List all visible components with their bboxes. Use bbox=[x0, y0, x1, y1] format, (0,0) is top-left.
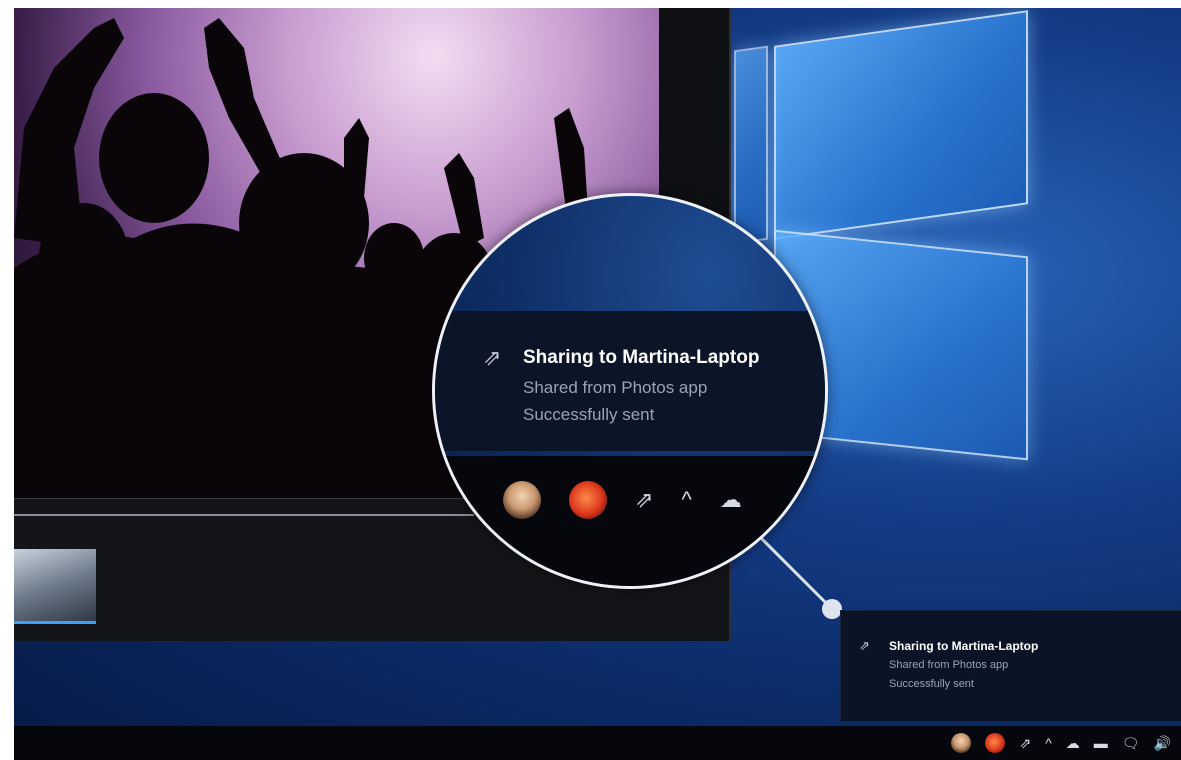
magnifier-callout: ⇗ Sharing to Martina-Laptop Shared from … bbox=[432, 193, 828, 589]
toast-title: Sharing to Martina-Laptop bbox=[889, 639, 1039, 653]
people-avatar-1[interactable] bbox=[951, 733, 972, 753]
taskbar: ⇗ ^ ☁ ▬ 🗨 🔊 bbox=[14, 726, 1181, 760]
volume-icon[interactable]: 🔊 bbox=[1154, 733, 1171, 753]
toast-status: Successfully sent bbox=[889, 678, 974, 690]
onedrive-cloud-icon[interactable]: ☁ bbox=[1066, 733, 1080, 753]
share-icon: ⇗ bbox=[859, 638, 870, 653]
toast-source: Shared from Photos app bbox=[889, 659, 1009, 671]
magnified-toast-status: Successfully sent bbox=[523, 405, 655, 424]
system-tray: ⇗ ^ ☁ ▬ 🗨 🔊 bbox=[951, 732, 1171, 754]
people-avatar-2[interactable] bbox=[985, 733, 1006, 753]
magnified-toast-title: Sharing to Martina-Laptop bbox=[523, 347, 760, 368]
magnified-toast: ⇗ Sharing to Martina-Laptop Shared from … bbox=[435, 311, 825, 451]
people-avatar-2 bbox=[569, 481, 607, 519]
share-icon: ⇗ bbox=[483, 345, 502, 370]
people-avatar-1 bbox=[503, 481, 541, 519]
action-center-icon[interactable]: 🗨 bbox=[1122, 733, 1140, 753]
onedrive-cloud-icon: ☁ bbox=[719, 487, 742, 512]
share-icon[interactable]: ⇗ bbox=[1019, 733, 1031, 753]
chevron-up-icon: ^ bbox=[681, 487, 692, 512]
chevron-up-icon[interactable]: ^ bbox=[1045, 733, 1052, 753]
network-icon[interactable]: ▬ bbox=[1094, 733, 1108, 753]
desktop: ⇗ Sharing to Martina-Laptop Shared from … bbox=[14, 8, 1181, 760]
share-notification-toast[interactable]: ⇗ Sharing to Martina-Laptop Shared from … bbox=[840, 610, 1181, 722]
share-icon: ⇗ bbox=[635, 487, 654, 512]
magnified-toast-source: Shared from Photos app bbox=[523, 378, 708, 397]
magnified-taskbar: ⇗ ^ ☁ bbox=[435, 456, 825, 586]
magnified-system-tray: ⇗ ^ ☁ bbox=[503, 481, 742, 519]
